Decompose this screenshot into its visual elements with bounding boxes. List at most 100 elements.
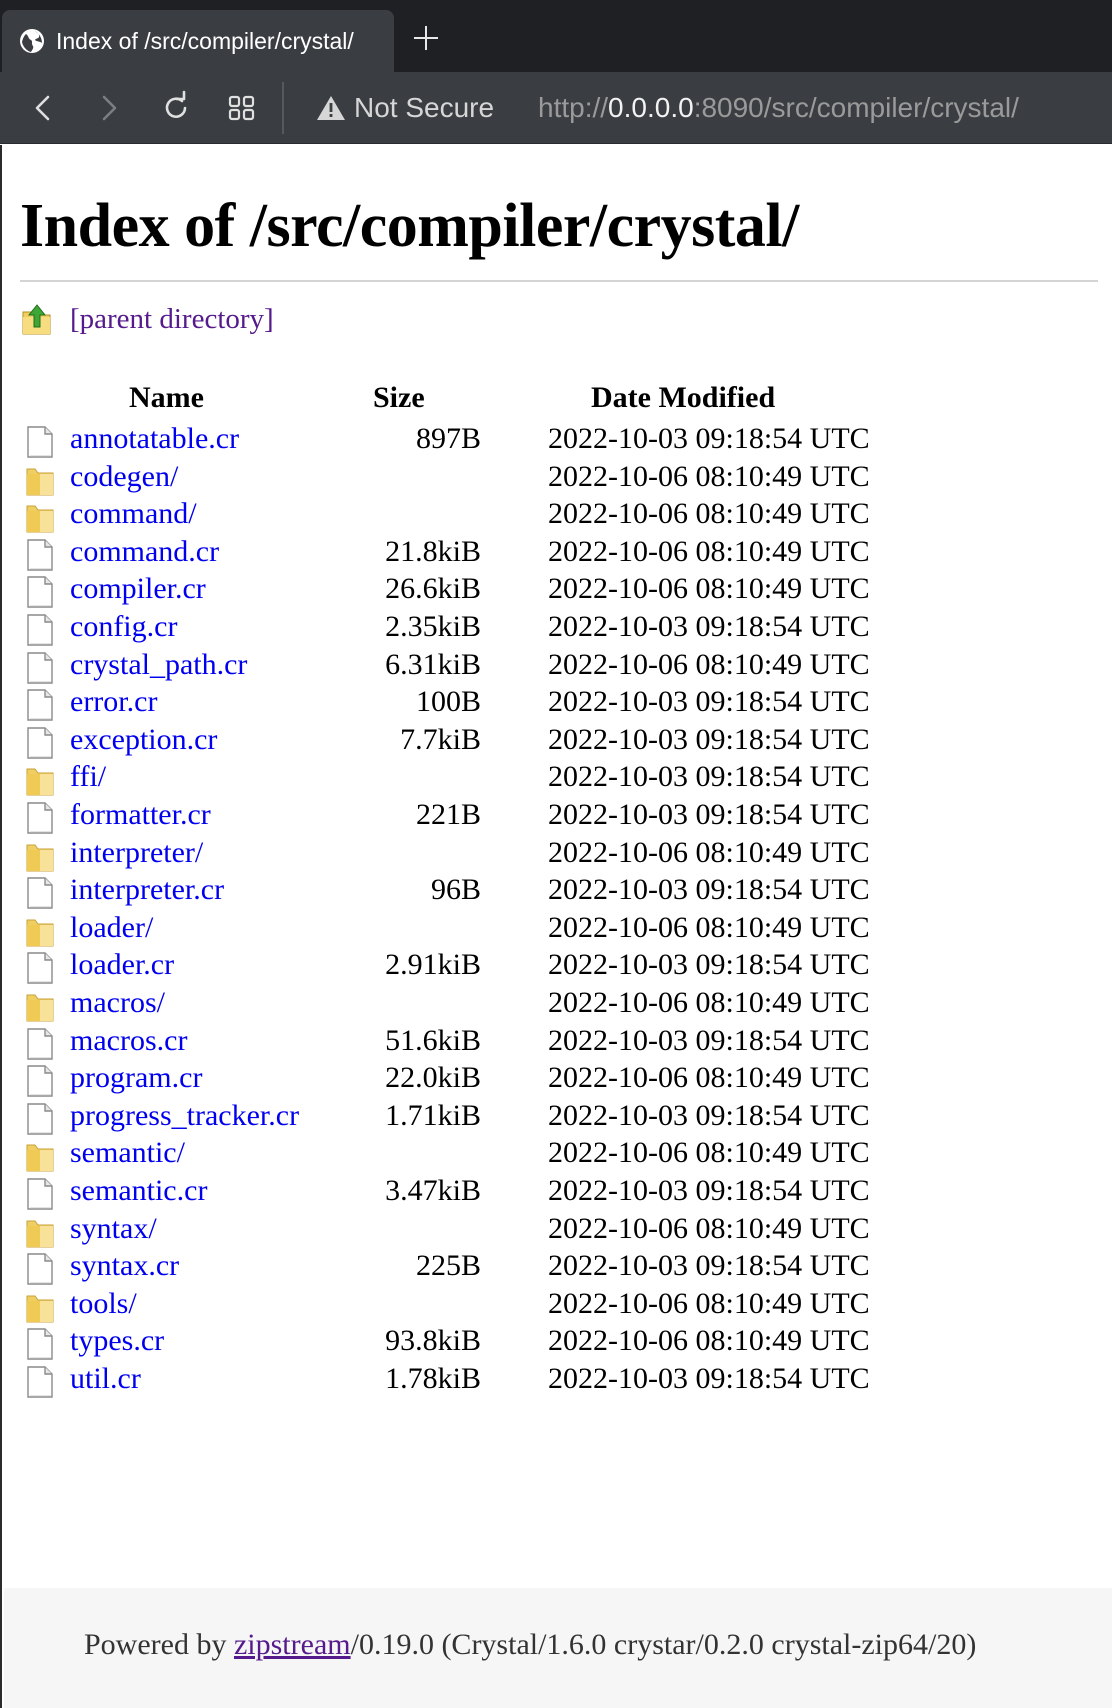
file-size: 6.31kiB: [385, 647, 481, 681]
file-icon: [27, 1253, 53, 1285]
parent-directory-link[interactable]: [parent directory]: [22, 301, 274, 337]
column-header-date[interactable]: Date Modified: [591, 381, 775, 415]
file-date: 2022-10-06 08:10:49 UTC: [548, 572, 870, 606]
file-icon: [27, 651, 53, 684]
security-label: Not Secure: [354, 92, 495, 123]
table-row: config.cr 2.35kiB 2022-10-03 09:18:54 UTC: [2, 609, 1112, 650]
file-date: 2022-10-06 08:10:49 UTC: [548, 986, 870, 1019]
file-name-link[interactable]: ffi/: [70, 760, 106, 794]
file-size: 1.71kiB: [385, 1098, 481, 1132]
table-row: syntax.cr 225B 2022-10-03 09:18:54 UTC: [2, 1248, 1112, 1289]
plus-icon[interactable]: [410, 22, 442, 54]
table-row: syntax/2022-10-06 08:10:49 UTC: [2, 1211, 1112, 1252]
file-name-link[interactable]: interpreter/: [70, 836, 203, 870]
table-row: types.cr 93.8kiB 2022-10-06 08:10:49 UTC: [2, 1323, 1112, 1364]
reload-icon[interactable]: [158, 90, 194, 126]
table-row: ffi/2022-10-03 09:18:54 UTC: [2, 759, 1112, 800]
parent-directory-label: [parent directory]: [70, 302, 274, 335]
footer-suffix: /0.19.0 (Crystal/1.6.0 crystar/0.2.0 cry…: [350, 1628, 977, 1661]
file-date: 2022-10-03 09:18:54 UTC: [548, 1174, 870, 1207]
file-date: 2022-10-03 09:18:54 UTC: [548, 610, 870, 643]
file-name-link[interactable]: progress_tracker.cr: [70, 1099, 299, 1133]
file-size: 225B: [415, 1249, 481, 1283]
table-row: command/2022-10-06 08:10:49 UTC: [2, 496, 1112, 537]
footer-text: Powered by zipstream/0.19.0 (Crystal/1.6…: [84, 1628, 976, 1662]
table-row: semantic.cr 3.47kiB 2022-10-03 09:18:54 UT…: [2, 1173, 1112, 1214]
file-icon: [27, 539, 53, 571]
file-name-link[interactable]: error.cr: [70, 685, 157, 719]
file-name-link[interactable]: semantic.cr: [70, 1174, 207, 1208]
page-title: Index of /src/compiler/crystal/: [20, 192, 799, 260]
file-icon: [27, 1065, 53, 1097]
file-icon: [27, 1103, 53, 1135]
url-host: 0.0.0.0: [608, 92, 694, 123]
file-date: 2022-10-06 08:10:49 UTC: [548, 1324, 870, 1358]
file-icon: [27, 689, 53, 721]
file-date: 2022-10-03 09:18:54 UTC: [548, 798, 870, 831]
file-name-link[interactable]: semantic/: [70, 1136, 185, 1170]
file-name-link[interactable]: command.cr: [70, 535, 219, 569]
file-name-link[interactable]: tools/: [70, 1287, 137, 1321]
footer: Powered by zipstream/0.19.0 (Crystal/1.6…: [4, 1588, 1112, 1708]
file-name-link[interactable]: macros.cr: [70, 1024, 187, 1058]
folder-icon: [26, 505, 54, 533]
file-date: 2022-10-06 08:10:49 UTC: [548, 1136, 870, 1170]
file-size: 3.47kiB: [385, 1174, 481, 1207]
file-date: 2022-10-03 09:18:54 UTC: [548, 1249, 870, 1283]
file-name-link[interactable]: exception.cr: [70, 723, 217, 757]
file-name-link[interactable]: compiler.cr: [70, 572, 206, 606]
file-date: 2022-10-06 08:10:49 UTC: [548, 1211, 870, 1245]
grid-icon[interactable]: [224, 90, 260, 126]
file-icon: [27, 1366, 53, 1398]
table-row: command.cr 21.8kiB 2022-10-06 08:10:49 UTC: [2, 534, 1112, 575]
zipstream-link[interactable]: zipstream: [234, 1628, 351, 1661]
browser-toolbar: Not Secure http://0.0.0.0:8090/src/compi…: [0, 72, 1112, 144]
file-name-link[interactable]: util.cr: [70, 1362, 141, 1396]
table-row: exception.cr 7.7kiB 2022-10-03 09:18:54 UT…: [2, 722, 1112, 763]
file-name-link[interactable]: types.cr: [70, 1324, 164, 1358]
heading-divider: [20, 280, 1098, 282]
file-name-link[interactable]: config.cr: [70, 610, 177, 644]
chevron-left-icon[interactable]: [26, 90, 62, 126]
file-name-link[interactable]: syntax/: [70, 1212, 157, 1246]
file-name-link[interactable]: loader/: [70, 911, 153, 945]
table-row: semantic/2022-10-06 08:10:49 UTC: [2, 1135, 1112, 1176]
file-name-link[interactable]: program.cr: [70, 1061, 202, 1095]
file-name-link[interactable]: codegen/: [70, 460, 178, 494]
table-row: macros/2022-10-06 08:10:49 UTC: [2, 985, 1112, 1026]
file-date: 2022-10-06 08:10:49 UTC: [548, 1286, 870, 1320]
file-size: 221B: [415, 798, 481, 831]
file-date: 2022-10-03 09:18:54 UTC: [548, 685, 870, 719]
file-size: 93.8kiB: [385, 1324, 481, 1358]
file-date: 2022-10-06 08:10:49 UTC: [548, 1061, 870, 1095]
file-icon: [27, 877, 53, 909]
table-row: macros.cr 51.6kiB 2022-10-03 09:18:54 UTC: [2, 1023, 1112, 1064]
file-name-link[interactable]: annotatable.cr: [70, 422, 239, 456]
file-name-link[interactable]: command/: [70, 497, 197, 531]
table-row: crystal_path.cr 6.31kiB 2022-10-06 08:10:4…: [2, 647, 1112, 688]
file-date: 2022-10-03 09:18:54 UTC: [548, 1023, 870, 1057]
folder-up-icon: [22, 304, 51, 335]
file-name-link[interactable]: macros/: [70, 986, 165, 1020]
file-name-link[interactable]: syntax.cr: [70, 1249, 179, 1283]
file-name-link[interactable]: crystal_path.cr: [70, 648, 247, 682]
warning-icon: [317, 96, 345, 120]
security-indicator[interactable]: Not Secure: [316, 92, 494, 124]
tab-title: Index of /src/compiler/crystal/: [56, 27, 354, 54]
file-name-link[interactable]: formatter.cr: [70, 798, 211, 832]
column-header-name[interactable]: Name: [129, 381, 204, 415]
file-date: 2022-10-03 09:18:54 UTC: [548, 1098, 870, 1132]
chevron-right-icon[interactable]: [90, 90, 126, 126]
address-bar[interactable]: http://0.0.0.0:8090/src/compiler/crystal…: [538, 92, 1019, 124]
column-header-size[interactable]: Size: [373, 381, 425, 415]
file-size: 7.7kiB: [400, 722, 481, 756]
file-name-link[interactable]: loader.cr: [70, 948, 174, 982]
globe-icon: [20, 29, 44, 53]
folder-icon: [26, 994, 54, 1022]
file-size: 897B: [415, 422, 481, 455]
tab-bar: Index of /src/compiler/crystal/: [0, 0, 1112, 72]
folder-icon: [26, 768, 54, 796]
table-row: program.cr 22.0kiB 2022-10-06 08:10:49 UTC: [2, 1060, 1112, 1101]
file-name-link[interactable]: interpreter.cr: [70, 873, 224, 907]
browser-tab[interactable]: Index of /src/compiler/crystal/: [2, 10, 394, 72]
